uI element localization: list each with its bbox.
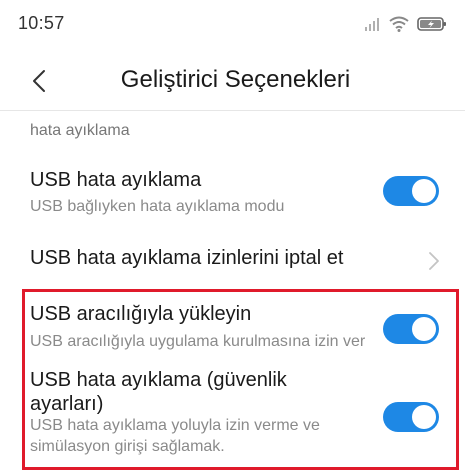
setting-title-line1: USB hata ayıklama (güvenlik xyxy=(30,369,287,391)
toggle-knob xyxy=(412,179,436,203)
setting-usb-debugging-security[interactable]: USB hata ayıklama (güvenlik ayarları) US… xyxy=(0,364,465,468)
status-time: 10:57 xyxy=(18,13,65,33)
signal-icon xyxy=(365,17,381,31)
toggle-knob xyxy=(412,317,436,341)
setting-usb-debugging[interactable]: USB hata ayıklama USB bağlıyken hata ayı… xyxy=(0,160,465,226)
setting-title-line2: ayarları) xyxy=(30,393,104,415)
setting-title: USB aracılığıyla yükleyin xyxy=(30,303,252,325)
section-title: hata ayıklama xyxy=(30,122,130,139)
toggle-knob xyxy=(412,405,436,429)
page-title: Geliştirici Seçenekleri xyxy=(120,66,351,93)
usb-debugging-toggle[interactable] xyxy=(383,176,439,206)
usb-debugging-security-toggle[interactable] xyxy=(383,402,439,432)
setting-install-via-usb[interactable]: USB aracılığıyla yükleyin USB aracılığıy… xyxy=(0,292,465,360)
setting-subtitle-line2: simülasyon girişi sağlamak. xyxy=(30,438,225,455)
setting-subtitle: USB aracılığıyla uygulama kurulmasına iz… xyxy=(30,333,366,350)
developer-options-screen: 10:57 Geliştirici Seçenekleri hata ayıkl… xyxy=(0,0,465,476)
status-bar: 10:57 xyxy=(0,0,465,50)
wifi-icon xyxy=(389,16,409,32)
setting-title: USB hata ayıklama izinlerini iptal et xyxy=(30,247,344,269)
install-via-usb-toggle[interactable] xyxy=(383,314,439,344)
setting-subtitle-line1: USB hata ayıklama yoluyla izin verme ve xyxy=(30,417,320,434)
battery-charging-icon xyxy=(417,16,447,32)
app-header: Geliştirici Seçenekleri xyxy=(0,52,465,110)
setting-subtitle: USB bağlıyken hata ayıklama modu xyxy=(30,198,285,215)
chevron-right-icon xyxy=(429,252,439,270)
setting-title: USB hata ayıklama xyxy=(30,169,202,191)
status-icons xyxy=(365,14,447,34)
setting-revoke-usb-auth[interactable]: USB hata ayıklama izinlerini iptal et xyxy=(0,234,465,284)
header-divider xyxy=(0,110,465,111)
